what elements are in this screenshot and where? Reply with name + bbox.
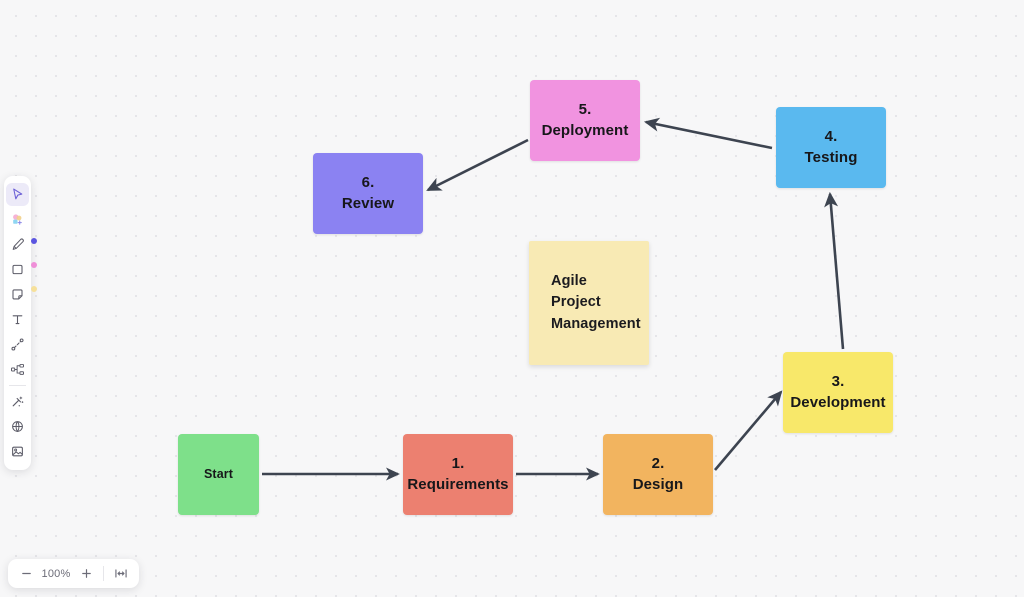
zoom-in-button[interactable] <box>74 562 98 585</box>
pen-icon <box>10 237 25 252</box>
mindmap-tool[interactable] <box>6 358 29 381</box>
node-testing[interactable]: 4. Testing <box>776 107 886 188</box>
connector-tool[interactable] <box>6 333 29 356</box>
zoom-out-button[interactable] <box>14 562 38 585</box>
cursor-icon <box>10 187 25 202</box>
shapes-tool[interactable] <box>6 208 29 231</box>
node-deployment-number: 5. <box>578 100 592 118</box>
node-testing-label: Testing <box>804 148 858 166</box>
edge-testing-to-deployment[interactable] <box>643 117 773 150</box>
node-design[interactable]: 2. Design <box>603 434 713 515</box>
select-tool[interactable] <box>6 183 29 206</box>
zoom-level-label[interactable]: 100% <box>40 568 72 580</box>
image-icon <box>10 444 25 459</box>
rectangle-tool[interactable] <box>6 258 29 281</box>
whiteboard-app: Agile Project Management Start 1. Requir… <box>0 0 1024 597</box>
zoom-divider <box>103 566 104 581</box>
sticky-note-agile-project-management[interactable]: Agile Project Management <box>529 241 649 365</box>
fit-to-screen-icon <box>115 569 127 578</box>
edge-development-to-testing[interactable] <box>824 191 845 350</box>
node-design-label: Design <box>632 475 684 493</box>
node-review-number: 6. <box>361 173 375 191</box>
node-development-number: 3. <box>831 372 845 390</box>
text-tool[interactable] <box>6 308 29 331</box>
color-swatch-pink[interactable] <box>31 262 37 268</box>
pen-tool[interactable] <box>6 233 29 256</box>
sticky-note-text: Agile Project Management <box>551 273 641 332</box>
text-icon <box>10 312 25 327</box>
node-design-number: 2. <box>651 454 665 472</box>
node-requirements-number: 1. <box>451 454 465 472</box>
edge-deployment-to-review[interactable] <box>426 138 529 192</box>
node-deployment-label: Deployment <box>541 121 629 139</box>
plus-icon <box>81 569 91 578</box>
node-testing-number: 4. <box>824 127 838 145</box>
rectangle-icon <box>10 262 25 277</box>
node-start-label: Start <box>204 466 233 481</box>
zoom-to-fit-button[interactable] <box>109 562 133 585</box>
whiteboard-canvas[interactable]: Agile Project Management Start 1. Requir… <box>0 0 1024 597</box>
node-start[interactable]: Start <box>178 434 259 515</box>
mindmap-icon <box>10 362 25 377</box>
node-requirements-label: Requirements <box>407 475 509 493</box>
color-swatch-indigo[interactable] <box>31 238 37 244</box>
node-review-label: Review <box>341 194 395 212</box>
node-requirements[interactable]: 1. Requirements <box>403 434 513 515</box>
sticky-note-icon <box>10 287 25 302</box>
node-review[interactable]: 6. Review <box>313 153 423 234</box>
sticky-note-tool[interactable] <box>6 283 29 306</box>
color-swatch-yellow[interactable] <box>31 286 37 292</box>
web-embed-tool[interactable] <box>6 415 29 438</box>
ai-tool[interactable] <box>6 390 29 413</box>
magic-wand-icon <box>10 394 25 409</box>
left-toolbar <box>4 176 31 470</box>
connector-icon <box>10 337 25 352</box>
zoom-toolbar: 100% <box>8 559 139 588</box>
node-deployment[interactable]: 5. Deployment <box>530 80 640 161</box>
edge-design-to-development[interactable] <box>714 390 783 471</box>
shapes-icon <box>10 212 25 227</box>
toolbar-divider <box>9 385 26 386</box>
globe-icon <box>10 419 25 434</box>
node-development-label: Development <box>790 393 886 411</box>
node-development[interactable]: 3. Development <box>783 352 893 433</box>
minus-icon <box>21 572 31 575</box>
image-tool[interactable] <box>6 440 29 463</box>
